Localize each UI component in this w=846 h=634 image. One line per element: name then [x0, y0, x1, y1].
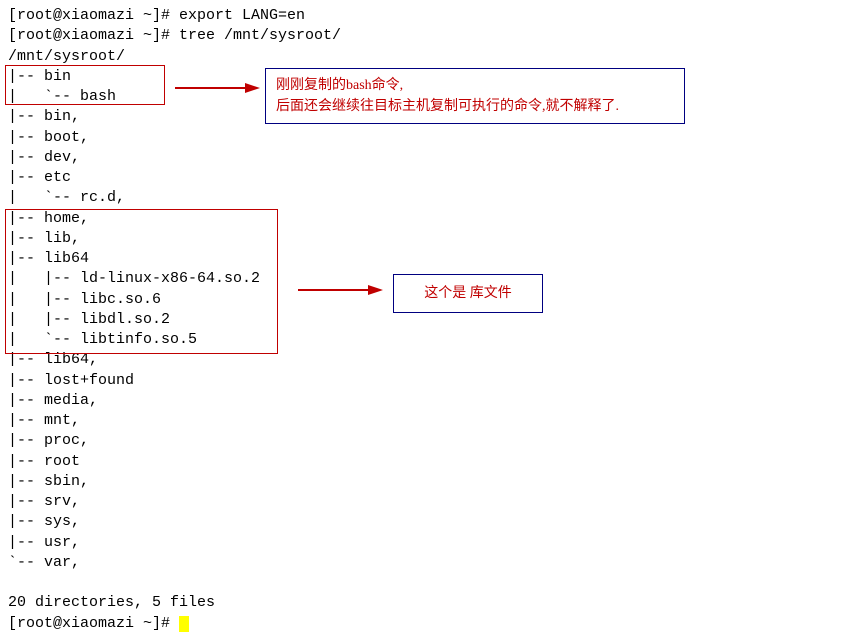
command: tree /mnt/sysroot/ — [179, 27, 341, 44]
tree-line: `-- var, — [8, 553, 838, 573]
tree-line: | `-- rc.d, — [8, 188, 838, 208]
annotation-lib: 这个是 库文件 — [393, 274, 543, 313]
tree-line: |-- dev, — [8, 148, 838, 168]
tree-line: |-- media, — [8, 391, 838, 411]
tree-summary: 20 directories, 5 files — [8, 593, 838, 613]
cursor — [179, 616, 189, 632]
tree-line: |-- proc, — [8, 431, 838, 451]
annotation-text: 刚刚复制的bash命令, — [276, 75, 674, 96]
tree-line: |-- mnt, — [8, 411, 838, 431]
tree-line: |-- lib, — [8, 229, 838, 249]
command-line-1: [root@xiaomazi ~]# export LANG=en — [8, 6, 838, 26]
prompt-line[interactable]: [root@xiaomazi ~]# — [8, 614, 838, 634]
tree-line: | `-- libtinfo.so.5 — [8, 330, 838, 350]
blank-line — [8, 573, 838, 593]
command: export LANG=en — [179, 7, 305, 24]
tree-line: |-- home, — [8, 209, 838, 229]
tree-line: |-- usr, — [8, 533, 838, 553]
tree-line: |-- etc — [8, 168, 838, 188]
prompt: [root@xiaomazi ~]# — [8, 7, 179, 24]
prompt: [root@xiaomazi ~]# — [8, 27, 179, 44]
command-line-2: [root@xiaomazi ~]# tree /mnt/sysroot/ — [8, 26, 838, 46]
tree-line: |-- srv, — [8, 492, 838, 512]
tree-line: |-- root — [8, 452, 838, 472]
annotation-bash: 刚刚复制的bash命令, 后面还会继续往目标主机复制可执行的命令,就不解释了. — [265, 68, 685, 124]
tree-line: |-- lib64, — [8, 350, 838, 370]
tree-line: |-- sys, — [8, 512, 838, 532]
tree-line: |-- lib64 — [8, 249, 838, 269]
prompt: [root@xiaomazi ~]# — [8, 615, 179, 632]
annotation-text: 这个是 库文件 — [424, 286, 512, 301]
tree-root: /mnt/sysroot/ — [8, 47, 838, 67]
tree-line: |-- lost+found — [8, 371, 838, 391]
annotation-text: 后面还会继续往目标主机复制可执行的命令,就不解释了. — [276, 96, 674, 117]
tree-line: |-- sbin, — [8, 472, 838, 492]
tree-line: |-- boot, — [8, 128, 838, 148]
